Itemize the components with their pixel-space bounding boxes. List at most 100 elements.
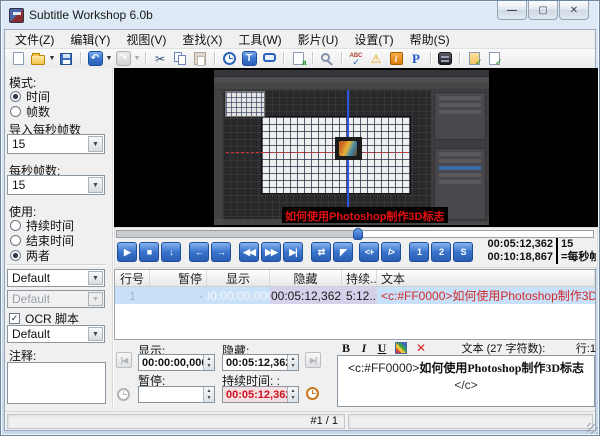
sync-point-2-button[interactable]: 2 bbox=[431, 242, 451, 262]
jump-end-icon[interactable]: ▶| bbox=[305, 352, 321, 368]
spinner[interactable]: ▲▼ bbox=[203, 355, 214, 370]
menu-tools[interactable]: 工具(W) bbox=[230, 29, 289, 50]
adjust-time-button[interactable] bbox=[220, 50, 238, 67]
table-row[interactable]: 1 - 00:00:00,000 00:05:12,362 5:12... <c… bbox=[115, 287, 595, 304]
radio-dot bbox=[10, 106, 21, 117]
video-frame-photoshop-window bbox=[214, 70, 489, 225]
col-show[interactable]: 显示 bbox=[207, 270, 270, 286]
speech-bubble-icon bbox=[263, 53, 276, 62]
fps-select[interactable]: 15 ▼ bbox=[7, 175, 105, 195]
next-subtitle-button[interactable]: → bbox=[211, 242, 231, 262]
previous-subtitle-button[interactable]: ← bbox=[189, 242, 209, 262]
current-fps: 15 bbox=[561, 238, 596, 251]
seek-thumb[interactable] bbox=[353, 228, 363, 240]
duration-field[interactable]: 00:05:12,362 ▲▼ bbox=[222, 386, 299, 403]
seek-bar[interactable] bbox=[116, 230, 594, 238]
col-hide[interactable]: 隐藏 bbox=[270, 270, 342, 286]
sync-point-1-button[interactable]: 1 bbox=[409, 242, 429, 262]
chevron-down-icon[interactable]: ▼ bbox=[88, 327, 103, 341]
ocr-fix-button[interactable]: ✓ bbox=[485, 50, 503, 67]
copy-icon bbox=[174, 52, 187, 65]
move-subtitle-button[interactable]: ◤ bbox=[333, 242, 353, 262]
stop-button[interactable]: ■ bbox=[139, 242, 159, 262]
texts-mode-button[interactable]: T bbox=[240, 50, 258, 67]
resize-grip[interactable] bbox=[587, 423, 598, 434]
text-count-label: 文本 (27 字符数): bbox=[431, 340, 576, 356]
bold-button[interactable]: B bbox=[337, 341, 355, 356]
translate-button[interactable]: a bbox=[289, 50, 307, 67]
col-pause[interactable]: 暂停 bbox=[150, 270, 207, 286]
list-header: 行号 暂停 显示 隐藏 持续... 文本 bbox=[115, 270, 595, 287]
status-info-panel bbox=[348, 414, 593, 429]
duration-clock-icon[interactable] bbox=[306, 387, 319, 400]
underline-button[interactable]: U bbox=[373, 341, 391, 356]
charset-primary-select[interactable]: Default ▼ bbox=[7, 269, 105, 287]
redo-dropdown-arrow[interactable]: ▼ bbox=[133, 55, 141, 62]
col-number[interactable]: 行号 bbox=[115, 270, 150, 286]
playback-rate-button[interactable]: ▶| bbox=[283, 242, 303, 262]
spellcheck-button[interactable]: ABC✓ bbox=[347, 50, 365, 67]
menu-movie[interactable]: 影片(U) bbox=[290, 29, 347, 50]
new-file-button[interactable] bbox=[9, 50, 27, 67]
col-text[interactable]: 文本 bbox=[377, 270, 595, 286]
subtitle-mode-button[interactable] bbox=[260, 50, 278, 67]
spinner[interactable]: ▲▼ bbox=[203, 387, 214, 402]
fast-forward-button[interactable]: ▶▶ bbox=[261, 242, 281, 262]
video-preview-button[interactable] bbox=[436, 50, 454, 67]
pascal-icon: P bbox=[412, 51, 420, 67]
spinner[interactable]: ▲▼ bbox=[287, 387, 298, 402]
chevron-down-icon[interactable]: ▼ bbox=[88, 136, 103, 152]
show-time-field[interactable]: 00:00:00,000 ▲▼ bbox=[138, 354, 215, 371]
pause-field[interactable]: ▲▼ bbox=[138, 386, 215, 403]
mode-frames-radio[interactable]: 帧数 bbox=[10, 103, 50, 120]
minimize-button[interactable]: — bbox=[497, 1, 527, 20]
scroll-list-button[interactable]: ↓ bbox=[161, 242, 181, 262]
repeat-button[interactable]: ⇄ bbox=[311, 242, 331, 262]
menu-search[interactable]: 查找(X) bbox=[174, 29, 230, 50]
menu-help[interactable]: 帮助(S) bbox=[402, 29, 458, 50]
add-sync-point-button[interactable]: S bbox=[453, 242, 473, 262]
close-button[interactable]: ✕ bbox=[559, 1, 589, 20]
menu-file[interactable]: 文件(Z) bbox=[7, 29, 62, 50]
set-show-time-button[interactable]: <+ bbox=[359, 242, 379, 262]
input-fps-select[interactable]: 15 ▼ bbox=[7, 134, 105, 154]
subtitle-text-editor[interactable]: <c:#FF0000>如何使用Photoshop制作3D标志 </c> bbox=[337, 355, 595, 407]
save-button[interactable] bbox=[57, 50, 75, 67]
subtitle-text: 如何使用Photoshop制作3D标志 bbox=[419, 361, 584, 375]
undo-button[interactable]: ↶ bbox=[86, 50, 104, 67]
maximize-button[interactable]: ▢ bbox=[528, 1, 558, 20]
italic-button[interactable]: I bbox=[355, 341, 373, 356]
open-file-button[interactable] bbox=[29, 50, 47, 67]
comments-textarea[interactable] bbox=[7, 362, 106, 404]
search-button[interactable] bbox=[318, 50, 336, 67]
clear-format-button[interactable]: ✕ bbox=[411, 341, 431, 355]
information-button[interactable]: i bbox=[387, 50, 405, 67]
status-position-panel: #1 / 1 bbox=[7, 414, 345, 429]
menu-settings[interactable]: 设置(T) bbox=[346, 29, 401, 50]
chevron-down-icon[interactable]: ▼ bbox=[88, 177, 103, 193]
color-palette-icon[interactable] bbox=[395, 342, 407, 354]
menu-edit[interactable]: 编辑(Y) bbox=[62, 29, 118, 50]
cut-icon: ✂ bbox=[155, 52, 165, 66]
cut-button[interactable]: ✂ bbox=[151, 50, 169, 67]
jump-start-icon[interactable]: |◀ bbox=[116, 352, 132, 368]
play-button[interactable]: ▶ bbox=[117, 242, 137, 262]
chevron-down-icon[interactable]: ▼ bbox=[88, 271, 103, 285]
col-duration[interactable]: 持续... bbox=[342, 270, 377, 286]
menu-view[interactable]: 视图(V) bbox=[118, 29, 174, 50]
pascal-script-button[interactable]: P bbox=[407, 50, 425, 67]
hide-time-field[interactable]: 00:05:12,362 ▲▼ bbox=[222, 354, 299, 371]
ocr-check-button[interactable]: ✓ bbox=[465, 50, 483, 67]
paste-icon bbox=[194, 52, 206, 65]
undo-dropdown-arrow[interactable]: ▼ bbox=[105, 55, 113, 62]
paste-button[interactable] bbox=[191, 50, 209, 67]
set-hide-time-button[interactable]: /> bbox=[381, 242, 401, 262]
spinner[interactable]: ▲▼ bbox=[287, 355, 298, 370]
rewind-button[interactable]: ◀◀ bbox=[239, 242, 259, 262]
ocr-script-select[interactable]: Default ▼ bbox=[7, 325, 105, 343]
open-dropdown-arrow[interactable]: ▼ bbox=[48, 55, 56, 62]
error-check-button[interactable]: ⚠ bbox=[367, 50, 385, 67]
redo-button[interactable]: ↷ bbox=[114, 50, 132, 67]
ps-navigator-thumbnail bbox=[225, 91, 265, 117]
copy-button[interactable] bbox=[171, 50, 189, 67]
